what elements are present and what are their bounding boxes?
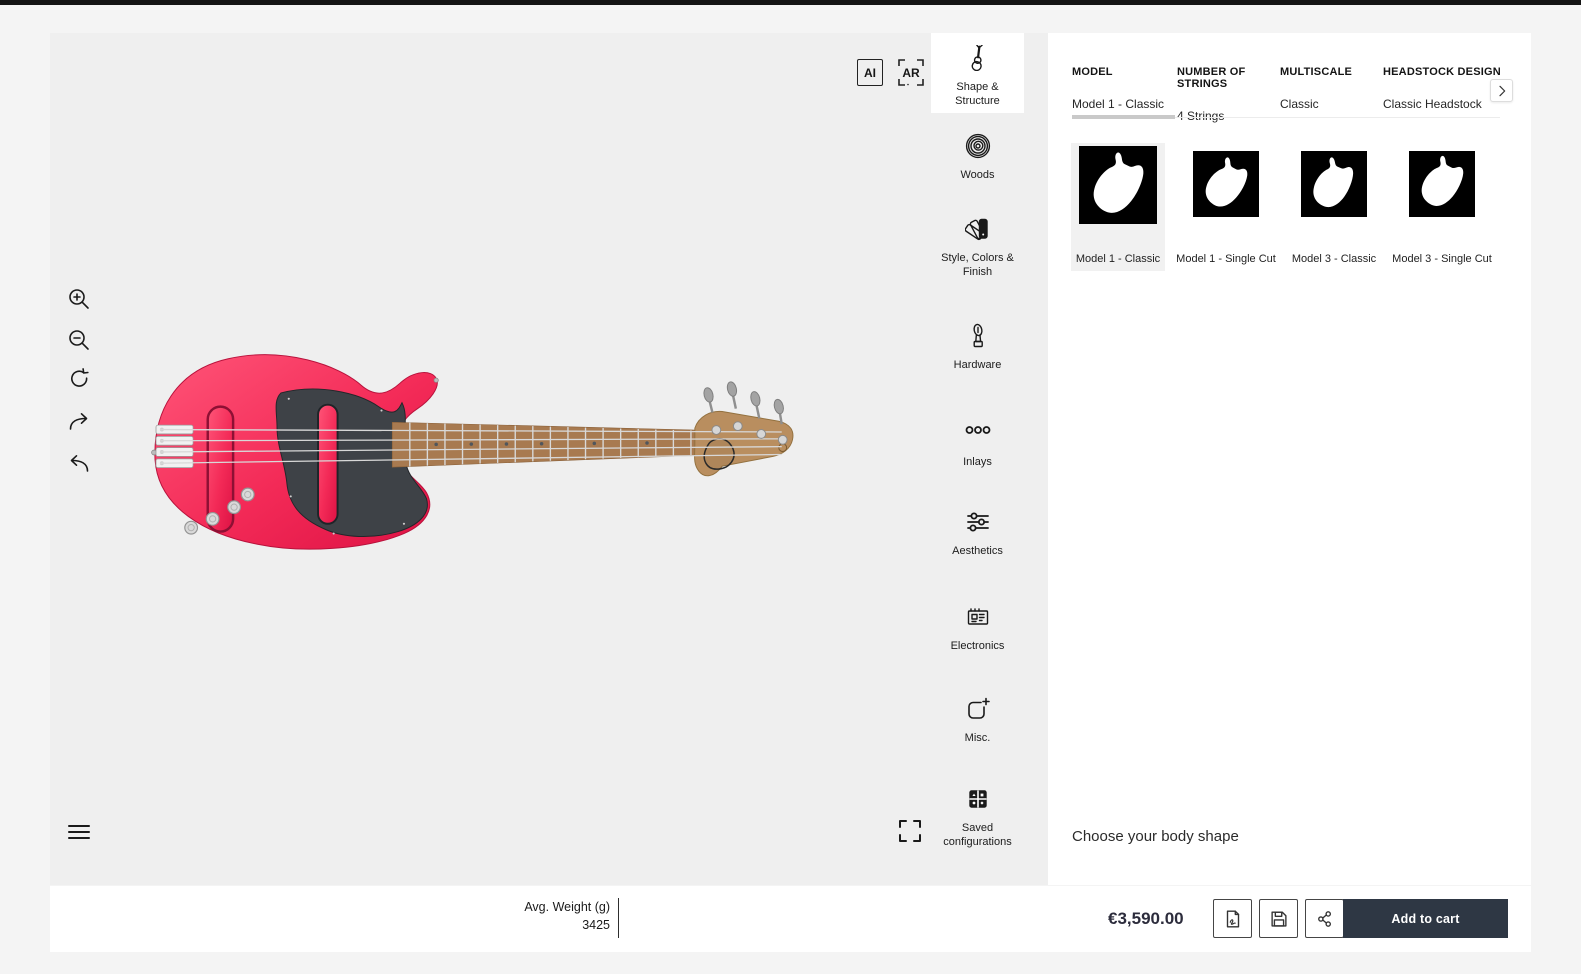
rail-item-woods[interactable]: Woods: [931, 133, 1024, 182]
tab-value: Classic: [1280, 97, 1383, 111]
category-rail: Shape & Structure Woods Style, Colors & …: [931, 33, 1024, 885]
tuning-machine-icon: [965, 323, 991, 349]
rail-label: Shape & Structure: [931, 80, 1024, 108]
tab-multiscale[interactable]: MULTISCALE Classic: [1280, 66, 1383, 123]
rail-item-inlays[interactable]: Inlays: [931, 423, 1024, 469]
rail-label: Woods: [931, 168, 1024, 182]
grid-icon: [965, 786, 991, 812]
body-shape-thumbnail: [1079, 146, 1157, 224]
undo-arrow-icon: [67, 452, 91, 476]
configurator-page: AI AR: [0, 0, 1581, 974]
selected-tab-indicator: [1072, 115, 1175, 119]
guitar-icon: [965, 45, 991, 71]
rail-item-shape-structure[interactable]: Shape & Structure: [931, 33, 1024, 113]
section-prompt: Choose your body shape: [1072, 828, 1239, 845]
pdf-document-icon: [1222, 908, 1244, 930]
ai-label: AI: [864, 66, 876, 80]
model-option-1-single-cut[interactable]: Model 1 - Single Cut: [1179, 143, 1273, 271]
rail-label: Misc.: [931, 731, 1024, 745]
tab-number-of-strings[interactable]: NUMBER OF STRINGS 4 Strings: [1177, 66, 1280, 123]
redo-button[interactable]: [67, 410, 93, 436]
reset-rotation-button[interactable]: [67, 368, 93, 394]
save-configuration-button[interactable]: [1259, 899, 1298, 938]
three-dots-icon: [965, 423, 991, 439]
model-option-label: Model 3 - Classic: [1292, 253, 1376, 265]
bass-guitar-render: [150, 350, 818, 555]
model-options: Model 1 - Classic Model 1 - Single Cut M…: [1071, 143, 1489, 271]
rail-item-hardware[interactable]: Hardware: [931, 323, 1024, 372]
rail-label: Aesthetics: [931, 544, 1024, 558]
model-option-3-classic[interactable]: Model 3 - Classic: [1287, 143, 1381, 271]
add-box-icon: [965, 696, 991, 722]
rail-label: Electronics: [931, 639, 1024, 653]
tab-value: 4 Strings: [1177, 109, 1280, 123]
tab-title: MODEL: [1072, 66, 1177, 78]
add-to-cart-button[interactable]: Add to cart: [1343, 899, 1508, 938]
zoom-in-button[interactable]: [67, 287, 93, 313]
weight-readout: Avg. Weight (g) 3425: [470, 898, 619, 938]
price: €3,590.00: [1108, 886, 1184, 952]
next-tabs-button[interactable]: [1490, 79, 1513, 102]
options-panel: MODEL Model 1 - Classic NUMBER OF STRING…: [1048, 33, 1531, 885]
body-shape-thumbnail: [1193, 151, 1259, 217]
rail-item-misc[interactable]: Misc.: [931, 696, 1024, 745]
top-black-bar: [0, 0, 1581, 5]
weight-label: Avg. Weight (g): [470, 898, 610, 916]
floppy-disk-icon: [1268, 908, 1290, 930]
ai-button[interactable]: AI: [857, 59, 883, 86]
rail-item-saved-configurations[interactable]: Saved configurations: [931, 786, 1024, 849]
tab-title: NUMBER OF STRINGS: [1177, 66, 1280, 90]
rotate-icon: [67, 368, 91, 392]
menu-button[interactable]: [67, 820, 93, 846]
footer-bar: Avg. Weight (g) 3425 €3,590.00 Add to ca…: [50, 886, 1531, 952]
chevron-right-icon: [1494, 83, 1510, 99]
model-option-label: Model 1 - Single Cut: [1176, 253, 1276, 265]
body-shape-thumbnail: [1301, 151, 1367, 217]
model-option-label: Model 1 - Classic: [1076, 253, 1160, 265]
model-option-1-classic[interactable]: Model 1 - Classic: [1071, 143, 1165, 271]
zoom-in-icon: [67, 287, 91, 311]
model-option-label: Model 3 - Single Cut: [1392, 253, 1492, 265]
tab-title: MULTISCALE: [1280, 66, 1383, 78]
rail-label: Saved configurations: [931, 821, 1024, 849]
rail-item-electronics[interactable]: Electronics: [931, 604, 1024, 653]
rail-item-aesthetics[interactable]: Aesthetics: [931, 509, 1024, 558]
ar-label: AR: [898, 59, 924, 86]
body-shape-thumbnail: [1409, 151, 1475, 217]
share-icon: [1314, 908, 1336, 930]
redo-arrow-icon: [67, 410, 91, 434]
undo-button[interactable]: [67, 452, 93, 478]
share-button[interactable]: [1305, 899, 1344, 938]
zoom-out-icon: [67, 328, 91, 352]
export-pdf-button[interactable]: [1213, 899, 1252, 938]
rail-label: Hardware: [931, 358, 1024, 372]
fullscreen-icon: [898, 819, 922, 843]
hamburger-icon: [67, 820, 91, 844]
model-option-3-single-cut[interactable]: Model 3 - Single Cut: [1395, 143, 1489, 271]
sliders-icon: [965, 509, 991, 535]
zoom-out-button[interactable]: [67, 328, 93, 354]
rail-item-style-colors-finish[interactable]: Style, Colors & Finish: [931, 216, 1024, 279]
fullscreen-button[interactable]: [898, 819, 924, 845]
rail-label: Inlays: [931, 455, 1024, 469]
circuit-board-icon: [965, 604, 991, 630]
tab-value: Model 1 - Classic: [1072, 97, 1177, 111]
rail-label: Style, Colors & Finish: [931, 251, 1024, 279]
color-swatches-icon: [965, 216, 991, 242]
tab-title: HEADSTOCK DESIGN: [1383, 66, 1508, 78]
3d-viewer-canvas[interactable]: AI AR: [50, 33, 1048, 885]
weight-value: 3425: [470, 916, 610, 934]
ar-button[interactable]: AR: [898, 59, 924, 86]
wood-rings-icon: [965, 133, 991, 159]
